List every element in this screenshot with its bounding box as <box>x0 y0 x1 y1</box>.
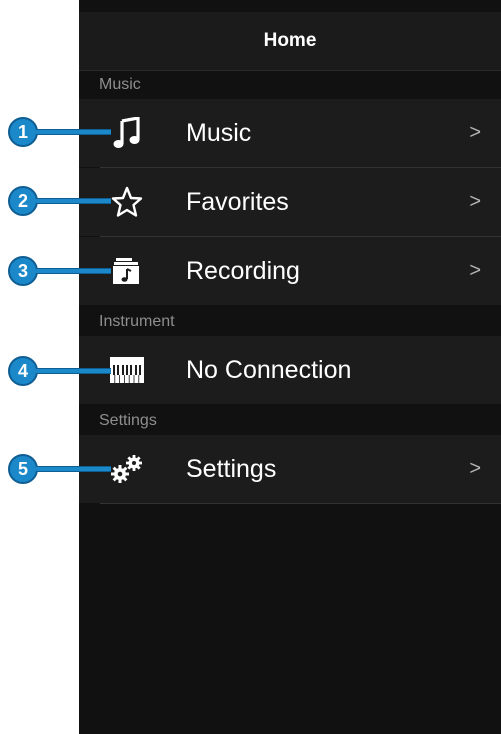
callout-leader-line <box>36 466 111 472</box>
section-header-music: Music <box>79 71 501 99</box>
section-header-instrument: Instrument <box>79 308 501 336</box>
callout-leader-line <box>36 198 111 204</box>
callout-number-badge: 5 <box>8 454 38 484</box>
callout-number-badge: 3 <box>8 256 38 286</box>
callout-5: 5 <box>0 454 115 484</box>
callout-2: 2 <box>0 186 115 216</box>
section-header-settings: Settings <box>79 407 501 435</box>
callout-3: 3 <box>0 256 115 286</box>
row-music-label: Music <box>186 118 252 147</box>
callout-leader-line <box>36 129 111 135</box>
callout-number-badge: 1 <box>8 117 38 147</box>
row-settings-label: Settings <box>186 454 277 483</box>
callout-number-badge: 4 <box>8 356 38 386</box>
chevron-right-icon: > <box>469 457 481 480</box>
row-settings[interactable]: Settings > <box>79 435 501 503</box>
navigation-bar: Home <box>79 12 501 71</box>
row-recording[interactable]: Recording > <box>79 237 501 305</box>
row-instrument-label: No Connection <box>186 355 352 384</box>
row-favorites[interactable]: Favorites > <box>79 168 501 236</box>
callout-leader-line <box>36 268 111 274</box>
callout-1: 1 <box>0 117 115 147</box>
callout-number-badge: 2 <box>8 186 38 216</box>
row-instrument[interactable]: No Connection <box>79 336 501 404</box>
callout-leader-line <box>36 368 111 374</box>
divider <box>100 503 501 504</box>
chevron-right-icon: > <box>469 259 481 282</box>
chevron-right-icon: > <box>469 121 481 144</box>
row-favorites-label: Favorites <box>186 187 289 216</box>
phone-screen: Home Music Music > Favorites > Recording… <box>79 0 501 734</box>
callout-4: 4 <box>0 356 115 386</box>
page-title: Home <box>263 30 317 51</box>
row-recording-label: Recording <box>186 256 300 285</box>
chevron-right-icon: > <box>469 190 481 213</box>
row-music[interactable]: Music > <box>79 99 501 167</box>
